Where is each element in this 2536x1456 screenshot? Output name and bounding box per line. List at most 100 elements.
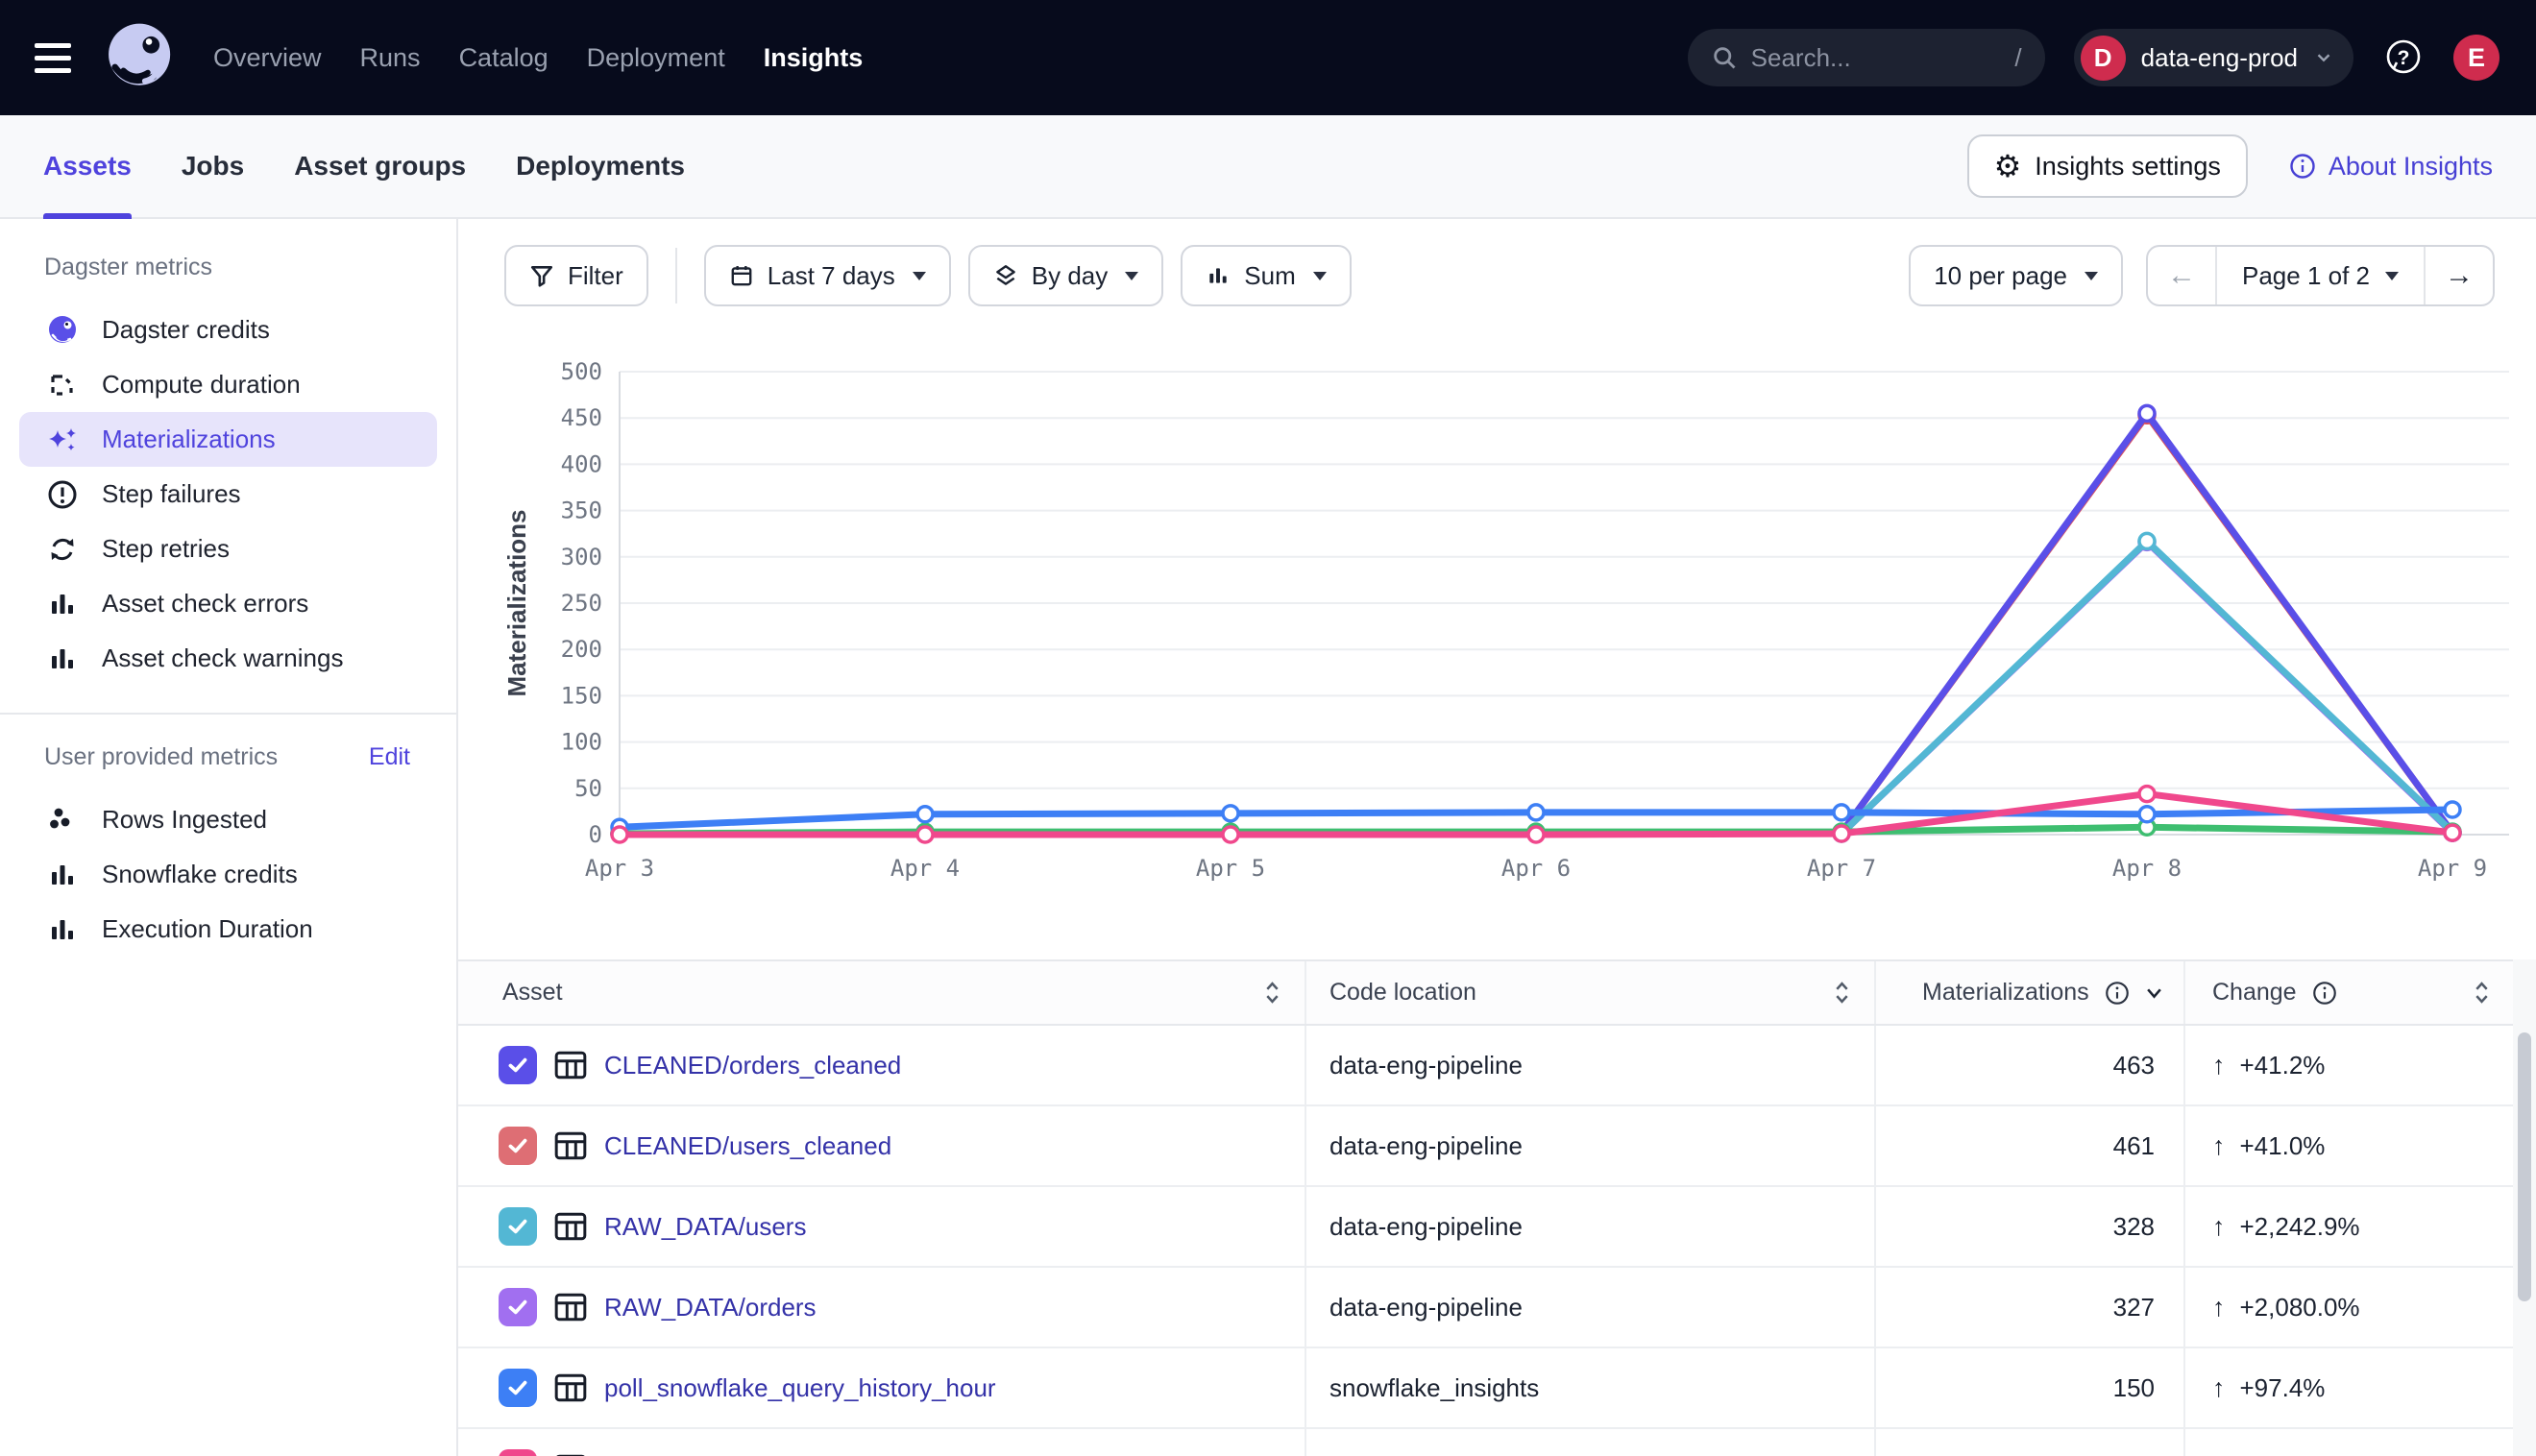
tabbar-actions: ⚙ Insights settings About Insights [1967, 134, 2493, 198]
per-page-dropdown[interactable]: 10 per page [1909, 245, 2123, 306]
aggregation-dropdown[interactable]: Sum [1181, 245, 1351, 306]
nav-link-catalog[interactable]: Catalog [459, 43, 549, 73]
page-indicator-dropdown[interactable]: Page 1 of 2 [2217, 247, 2424, 304]
column-header-change[interactable]: Change [2185, 961, 2513, 1024]
arrow-up-icon: ↑ [2212, 1212, 2226, 1242]
sidebar-item-rows-ingested[interactable]: Rows Ingested [19, 792, 437, 847]
asset-link[interactable]: RAW_DATA/users [604, 1212, 806, 1242]
chevron-down-icon [913, 272, 926, 280]
svg-text:Apr 8: Apr 8 [2112, 855, 2182, 882]
table-scrollbar-track[interactable] [2513, 959, 2536, 1456]
asset-link[interactable]: CLEANED/users_cleaned [604, 1131, 891, 1161]
change-value: +41.2% [2240, 1051, 2326, 1080]
chevron-down-icon [1313, 272, 1327, 280]
search-input[interactable]: Search... / [1688, 29, 2045, 86]
dagster-credits-icon [44, 312, 81, 349]
row-checkbox[interactable] [499, 1288, 537, 1326]
dagster-metrics-list: Dagster credits Compute duration [0, 303, 456, 686]
step-retries-icon [44, 531, 81, 568]
next-page-button[interactable]: → [2424, 247, 2493, 304]
chart-svg: 050100150200250300350400450500Apr 3Apr 4… [458, 327, 2536, 903]
svg-text:200: 200 [561, 636, 602, 663]
table-asset-icon [553, 1048, 588, 1082]
asset-link[interactable]: poll_snowflake_query_history_hour [604, 1373, 996, 1403]
top-navbar: Overview Runs Catalog Deployment Insight… [0, 0, 2536, 115]
chevron-down-icon [1125, 272, 1138, 280]
dagster-logo[interactable] [98, 17, 179, 98]
row-checkbox[interactable] [499, 1207, 537, 1246]
row-checkbox[interactable] [499, 1369, 537, 1407]
svg-text:350: 350 [561, 497, 602, 524]
table-scrollbar-thumb[interactable] [2518, 1032, 2531, 1301]
tab-jobs[interactable]: Jobs [182, 115, 244, 217]
change-value: +97.4% [2240, 1373, 2326, 1403]
column-header-materializations[interactable]: Materializations [1876, 961, 2185, 1024]
nav-link-deployment[interactable]: Deployment [587, 43, 725, 73]
dagster-metrics-heading: Dagster metrics [44, 254, 212, 281]
materializations-cell: 47 [1876, 1429, 2185, 1456]
sort-icon[interactable] [1264, 980, 1280, 1006]
svg-text:Apr 6: Apr 6 [1501, 855, 1571, 882]
nav-link-overview[interactable]: Overview [213, 43, 322, 73]
svg-text:100: 100 [561, 729, 602, 756]
sidebar-item-compute-duration[interactable]: Compute duration [19, 357, 437, 412]
sidebar-item-step-retries[interactable]: Step retries [19, 522, 437, 576]
change-value: +2,080.0% [2240, 1293, 2360, 1323]
row-checkbox[interactable] [499, 1046, 537, 1084]
nav-link-runs[interactable]: Runs [360, 43, 421, 73]
edit-metrics-link[interactable]: Edit [369, 743, 410, 771]
svg-text:0: 0 [589, 821, 602, 848]
menu-icon[interactable] [35, 43, 73, 73]
svg-text:250: 250 [561, 590, 602, 617]
sidebar-item-snowflake-credits[interactable]: Snowflake credits [19, 847, 437, 902]
table-asset-icon [553, 1209, 588, 1244]
table-row: CLEANED/orders_cleaned data-eng-pipeline… [458, 1026, 2513, 1106]
help-icon[interactable]: ? [2382, 36, 2425, 79]
sidebar-item-execution-duration[interactable]: Execution Duration [19, 902, 437, 957]
row-checkbox[interactable] [499, 1449, 537, 1456]
navbar-right: Search... / D data-eng-prod ? E [1688, 29, 2499, 86]
column-header-asset[interactable]: Asset [458, 961, 1306, 1024]
asset-link[interactable]: CLEANED/orders_cleaned [604, 1051, 901, 1080]
tab-deployments[interactable]: Deployments [516, 115, 685, 217]
row-checkbox[interactable] [499, 1127, 537, 1165]
info-icon[interactable] [2104, 980, 2131, 1007]
previous-page-button[interactable]: ← [2148, 247, 2217, 304]
sidebar-item-materializations[interactable]: Materializations [19, 412, 437, 467]
svg-text:150: 150 [561, 682, 602, 709]
primary-nav: Overview Runs Catalog Deployment Insight… [213, 43, 863, 73]
sidebar-item-dagster-credits[interactable]: Dagster credits [19, 303, 437, 357]
sort-icon[interactable] [1834, 980, 1850, 1006]
nav-link-insights[interactable]: Insights [764, 43, 864, 73]
metrics-sidebar: Dagster metrics Dagster credits Compute … [0, 219, 458, 1456]
gear-icon: ⚙ [1994, 151, 2022, 182]
tab-asset-groups[interactable]: Asset groups [294, 115, 466, 217]
sidebar-item-asset-check-warnings[interactable]: Asset check warnings [19, 631, 437, 686]
table-row: RAW_DATA/orders data-eng-pipeline 327 ↑ … [458, 1268, 2513, 1348]
tab-assets[interactable]: Assets [43, 115, 132, 217]
granularity-dropdown[interactable]: By day [968, 245, 1164, 306]
sort-icon[interactable] [2474, 980, 2490, 1006]
org-badge: D [2081, 36, 2126, 81]
materializations-cell: 328 [1876, 1187, 2185, 1266]
svg-text:400: 400 [561, 450, 602, 477]
bar-chart-icon [44, 586, 81, 622]
insights-settings-button[interactable]: ⚙ Insights settings [1967, 134, 2248, 198]
user-avatar[interactable]: E [2453, 35, 2499, 81]
chevron-down-icon[interactable] [2145, 985, 2163, 1000]
about-insights-link[interactable]: About Insights [2288, 152, 2493, 182]
date-range-dropdown[interactable]: Last 7 days [704, 245, 951, 306]
table-row: RAW_DATA/users data-eng-pipeline 328 ↑ +… [458, 1187, 2513, 1268]
search-shortcut-hint: / [2014, 43, 2021, 73]
org-switcher[interactable]: D data-eng-prod [2074, 29, 2353, 86]
sidebar-item-step-failures[interactable]: Step failures [19, 467, 437, 522]
sidebar-item-asset-check-errors[interactable]: Asset check errors [19, 576, 437, 631]
code-location-cell: data-eng-pipeline [1306, 1187, 1876, 1266]
table-body: CLEANED/orders_cleaned data-eng-pipeline… [458, 1026, 2513, 1456]
info-icon[interactable] [2311, 980, 2338, 1007]
column-header-code-location[interactable]: Code location [1306, 961, 1876, 1024]
svg-text:Apr 9: Apr 9 [2418, 855, 2487, 882]
asset-link[interactable]: RAW_DATA/orders [604, 1293, 817, 1323]
compute-duration-icon [44, 367, 81, 403]
filter-button[interactable]: Filter [504, 245, 648, 306]
